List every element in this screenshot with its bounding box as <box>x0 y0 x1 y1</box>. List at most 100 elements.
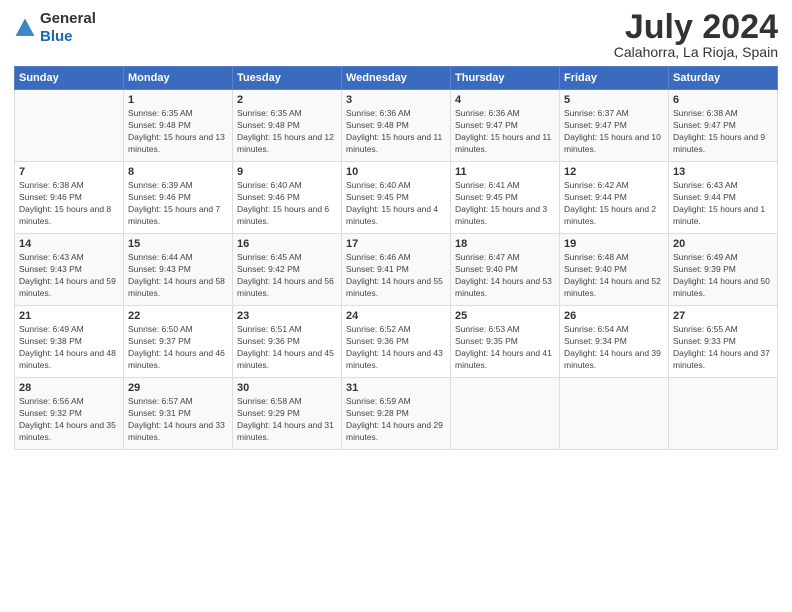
header-sunday: Sunday <box>15 67 124 90</box>
calendar-cell: 6 Sunrise: 6:38 AMSunset: 9:47 PMDaylight… <box>669 90 778 162</box>
calendar-cell: 31 Sunrise: 6:59 AMSunset: 9:28 PMDayligh… <box>342 378 451 450</box>
header: General Blue July 2024 Calahorra, La Rio… <box>14 10 778 60</box>
calendar-cell: 3 Sunrise: 6:36 AMSunset: 9:48 PMDaylight… <box>342 90 451 162</box>
page: General Blue July 2024 Calahorra, La Rio… <box>0 0 792 612</box>
day-number: 5 <box>564 94 664 106</box>
logo-blue: Blue <box>40 28 73 45</box>
calendar-cell <box>451 378 560 450</box>
day-info: Sunrise: 6:38 AMSunset: 9:46 PMDaylight:… <box>19 180 119 228</box>
calendar-body: 1 Sunrise: 6:35 AMSunset: 9:48 PMDaylight… <box>15 90 778 450</box>
calendar-cell: 2Sunrise: 6:35 AMSunset: 9:48 PMDaylight… <box>233 90 342 162</box>
day-number: 30 <box>237 382 337 394</box>
calendar-table: Sunday Monday Tuesday Wednesday Thursday… <box>14 66 778 450</box>
day-number: 16 <box>237 238 337 250</box>
day-number: 11 <box>455 166 555 178</box>
day-number: 7 <box>19 166 119 178</box>
week-row-2: 14 Sunrise: 6:43 AMSunset: 9:43 PMDayligh… <box>15 234 778 306</box>
day-info: Sunrise: 6:40 AMSunset: 9:45 PMDaylight:… <box>346 180 446 228</box>
day-info: Sunrise: 6:38 AMSunset: 9:47 PMDaylight:… <box>673 108 773 156</box>
day-info: Sunrise: 6:36 AMSunset: 9:47 PMDaylight:… <box>455 108 555 156</box>
calendar-cell: 14 Sunrise: 6:43 AMSunset: 9:43 PMDayligh… <box>15 234 124 306</box>
day-number: 10 <box>346 166 446 178</box>
day-info: Sunrise: 6:47 AMSunset: 9:40 PMDaylight:… <box>455 252 555 300</box>
calendar-cell <box>560 378 669 450</box>
day-info: Sunrise: 6:42 AMSunset: 9:44 PMDaylight:… <box>564 180 664 228</box>
day-info: Sunrise: 6:40 AMSunset: 9:46 PMDaylight:… <box>237 180 337 228</box>
calendar-cell: 22Sunrise: 6:50 AMSunset: 9:37 PMDayligh… <box>124 306 233 378</box>
day-info: Sunrise: 6:36 AMSunset: 9:48 PMDaylight:… <box>346 108 446 156</box>
calendar-cell: 16 Sunrise: 6:45 AMSunset: 9:42 PMDayligh… <box>233 234 342 306</box>
day-info: Sunrise: 6:53 AMSunset: 9:35 PMDaylight:… <box>455 324 555 372</box>
calendar-cell: 9 Sunrise: 6:40 AMSunset: 9:46 PMDaylight… <box>233 162 342 234</box>
calendar-cell: 8Sunrise: 6:39 AMSunset: 9:46 PMDaylight… <box>124 162 233 234</box>
day-number: 13 <box>673 166 773 178</box>
day-number: 15 <box>128 238 228 250</box>
day-number: 28 <box>19 382 119 394</box>
day-number: 17 <box>346 238 446 250</box>
day-number: 3 <box>346 94 446 106</box>
day-number: 23 <box>237 310 337 322</box>
day-info: Sunrise: 6:46 AMSunset: 9:41 PMDaylight:… <box>346 252 446 300</box>
week-row-0: 1 Sunrise: 6:35 AMSunset: 9:48 PMDaylight… <box>15 90 778 162</box>
calendar-cell: 7 Sunrise: 6:38 AMSunset: 9:46 PMDaylight… <box>15 162 124 234</box>
day-info: Sunrise: 6:59 AMSunset: 9:28 PMDaylight:… <box>346 396 446 444</box>
day-number: 18 <box>455 238 555 250</box>
day-number: 26 <box>564 310 664 322</box>
calendar-cell: 13 Sunrise: 6:43 AMSunset: 9:44 PMDayligh… <box>669 162 778 234</box>
calendar-cell: 18 Sunrise: 6:47 AMSunset: 9:40 PMDayligh… <box>451 234 560 306</box>
header-saturday: Saturday <box>669 67 778 90</box>
day-number: 31 <box>346 382 446 394</box>
calendar-cell: 15 Sunrise: 6:44 AMSunset: 9:43 PMDayligh… <box>124 234 233 306</box>
calendar-cell <box>669 378 778 450</box>
day-number: 22 <box>128 310 228 322</box>
calendar-cell: 10 Sunrise: 6:40 AMSunset: 9:45 PMDayligh… <box>342 162 451 234</box>
day-info: Sunrise: 6:56 AMSunset: 9:32 PMDaylight:… <box>19 396 119 444</box>
calendar-cell: 12 Sunrise: 6:42 AMSunset: 9:44 PMDayligh… <box>560 162 669 234</box>
calendar-cell: 24Sunrise: 6:52 AMSunset: 9:36 PMDayligh… <box>342 306 451 378</box>
calendar-cell: 5 Sunrise: 6:37 AMSunset: 9:47 PMDaylight… <box>560 90 669 162</box>
day-number: 12 <box>564 166 664 178</box>
day-info: Sunrise: 6:55 AMSunset: 9:33 PMDaylight:… <box>673 324 773 372</box>
day-number: 19 <box>564 238 664 250</box>
calendar-cell: 27 Sunrise: 6:55 AMSunset: 9:33 PMDayligh… <box>669 306 778 378</box>
day-info: Sunrise: 6:43 AMSunset: 9:44 PMDaylight:… <box>673 180 773 228</box>
day-number: 1 <box>128 94 228 106</box>
day-number: 6 <box>673 94 773 106</box>
calendar-cell: 20Sunrise: 6:49 AMSunset: 9:39 PMDayligh… <box>669 234 778 306</box>
week-row-4: 28 Sunrise: 6:56 AMSunset: 9:32 PMDayligh… <box>15 378 778 450</box>
calendar-cell: 25Sunrise: 6:53 AMSunset: 9:35 PMDayligh… <box>451 306 560 378</box>
logo: General Blue <box>14 10 96 46</box>
location-title: Calahorra, La Rioja, Spain <box>614 44 778 60</box>
day-info: Sunrise: 6:58 AMSunset: 9:29 PMDaylight:… <box>237 396 337 444</box>
header-row: Sunday Monday Tuesday Wednesday Thursday… <box>15 67 778 90</box>
logo-text: General Blue <box>40 10 96 46</box>
day-number: 21 <box>19 310 119 322</box>
day-number: 9 <box>237 166 337 178</box>
day-number: 14 <box>19 238 119 250</box>
header-monday: Monday <box>124 67 233 90</box>
logo-general: General <box>40 10 96 27</box>
day-number: 27 <box>673 310 773 322</box>
calendar-cell: 1Sunrise: 6:35 AMSunset: 9:48 PMDaylight… <box>124 90 233 162</box>
header-wednesday: Wednesday <box>342 67 451 90</box>
day-info: Sunrise: 6:45 AMSunset: 9:42 PMDaylight:… <box>237 252 337 300</box>
week-row-3: 21 Sunrise: 6:49 AMSunset: 9:38 PMDayligh… <box>15 306 778 378</box>
day-info: Sunrise: 6:51 AMSunset: 9:36 PMDaylight:… <box>237 324 337 372</box>
calendar-cell: 23 Sunrise: 6:51 AMSunset: 9:36 PMDayligh… <box>233 306 342 378</box>
calendar-cell: 26Sunrise: 6:54 AMSunset: 9:34 PMDayligh… <box>560 306 669 378</box>
calendar-cell: 29Sunrise: 6:57 AMSunset: 9:31 PMDayligh… <box>124 378 233 450</box>
calendar-cell: 30 Sunrise: 6:58 AMSunset: 9:29 PMDayligh… <box>233 378 342 450</box>
logo-icon <box>14 17 36 39</box>
header-thursday: Thursday <box>451 67 560 90</box>
day-number: 4 <box>455 94 555 106</box>
day-info: Sunrise: 6:37 AMSunset: 9:47 PMDaylight:… <box>564 108 664 156</box>
day-info: Sunrise: 6:52 AMSunset: 9:36 PMDaylight:… <box>346 324 446 372</box>
day-number: 29 <box>128 382 228 394</box>
day-info: Sunrise: 6:35 AMSunset: 9:48 PMDaylight:… <box>237 108 337 156</box>
calendar-cell: 21 Sunrise: 6:49 AMSunset: 9:38 PMDayligh… <box>15 306 124 378</box>
day-info: Sunrise: 6:44 AMSunset: 9:43 PMDaylight:… <box>128 252 228 300</box>
title-area: July 2024 Calahorra, La Rioja, Spain <box>614 10 778 60</box>
day-info: Sunrise: 6:48 AMSunset: 9:40 PMDaylight:… <box>564 252 664 300</box>
day-info: Sunrise: 6:43 AMSunset: 9:43 PMDaylight:… <box>19 252 119 300</box>
day-info: Sunrise: 6:49 AMSunset: 9:38 PMDaylight:… <box>19 324 119 372</box>
